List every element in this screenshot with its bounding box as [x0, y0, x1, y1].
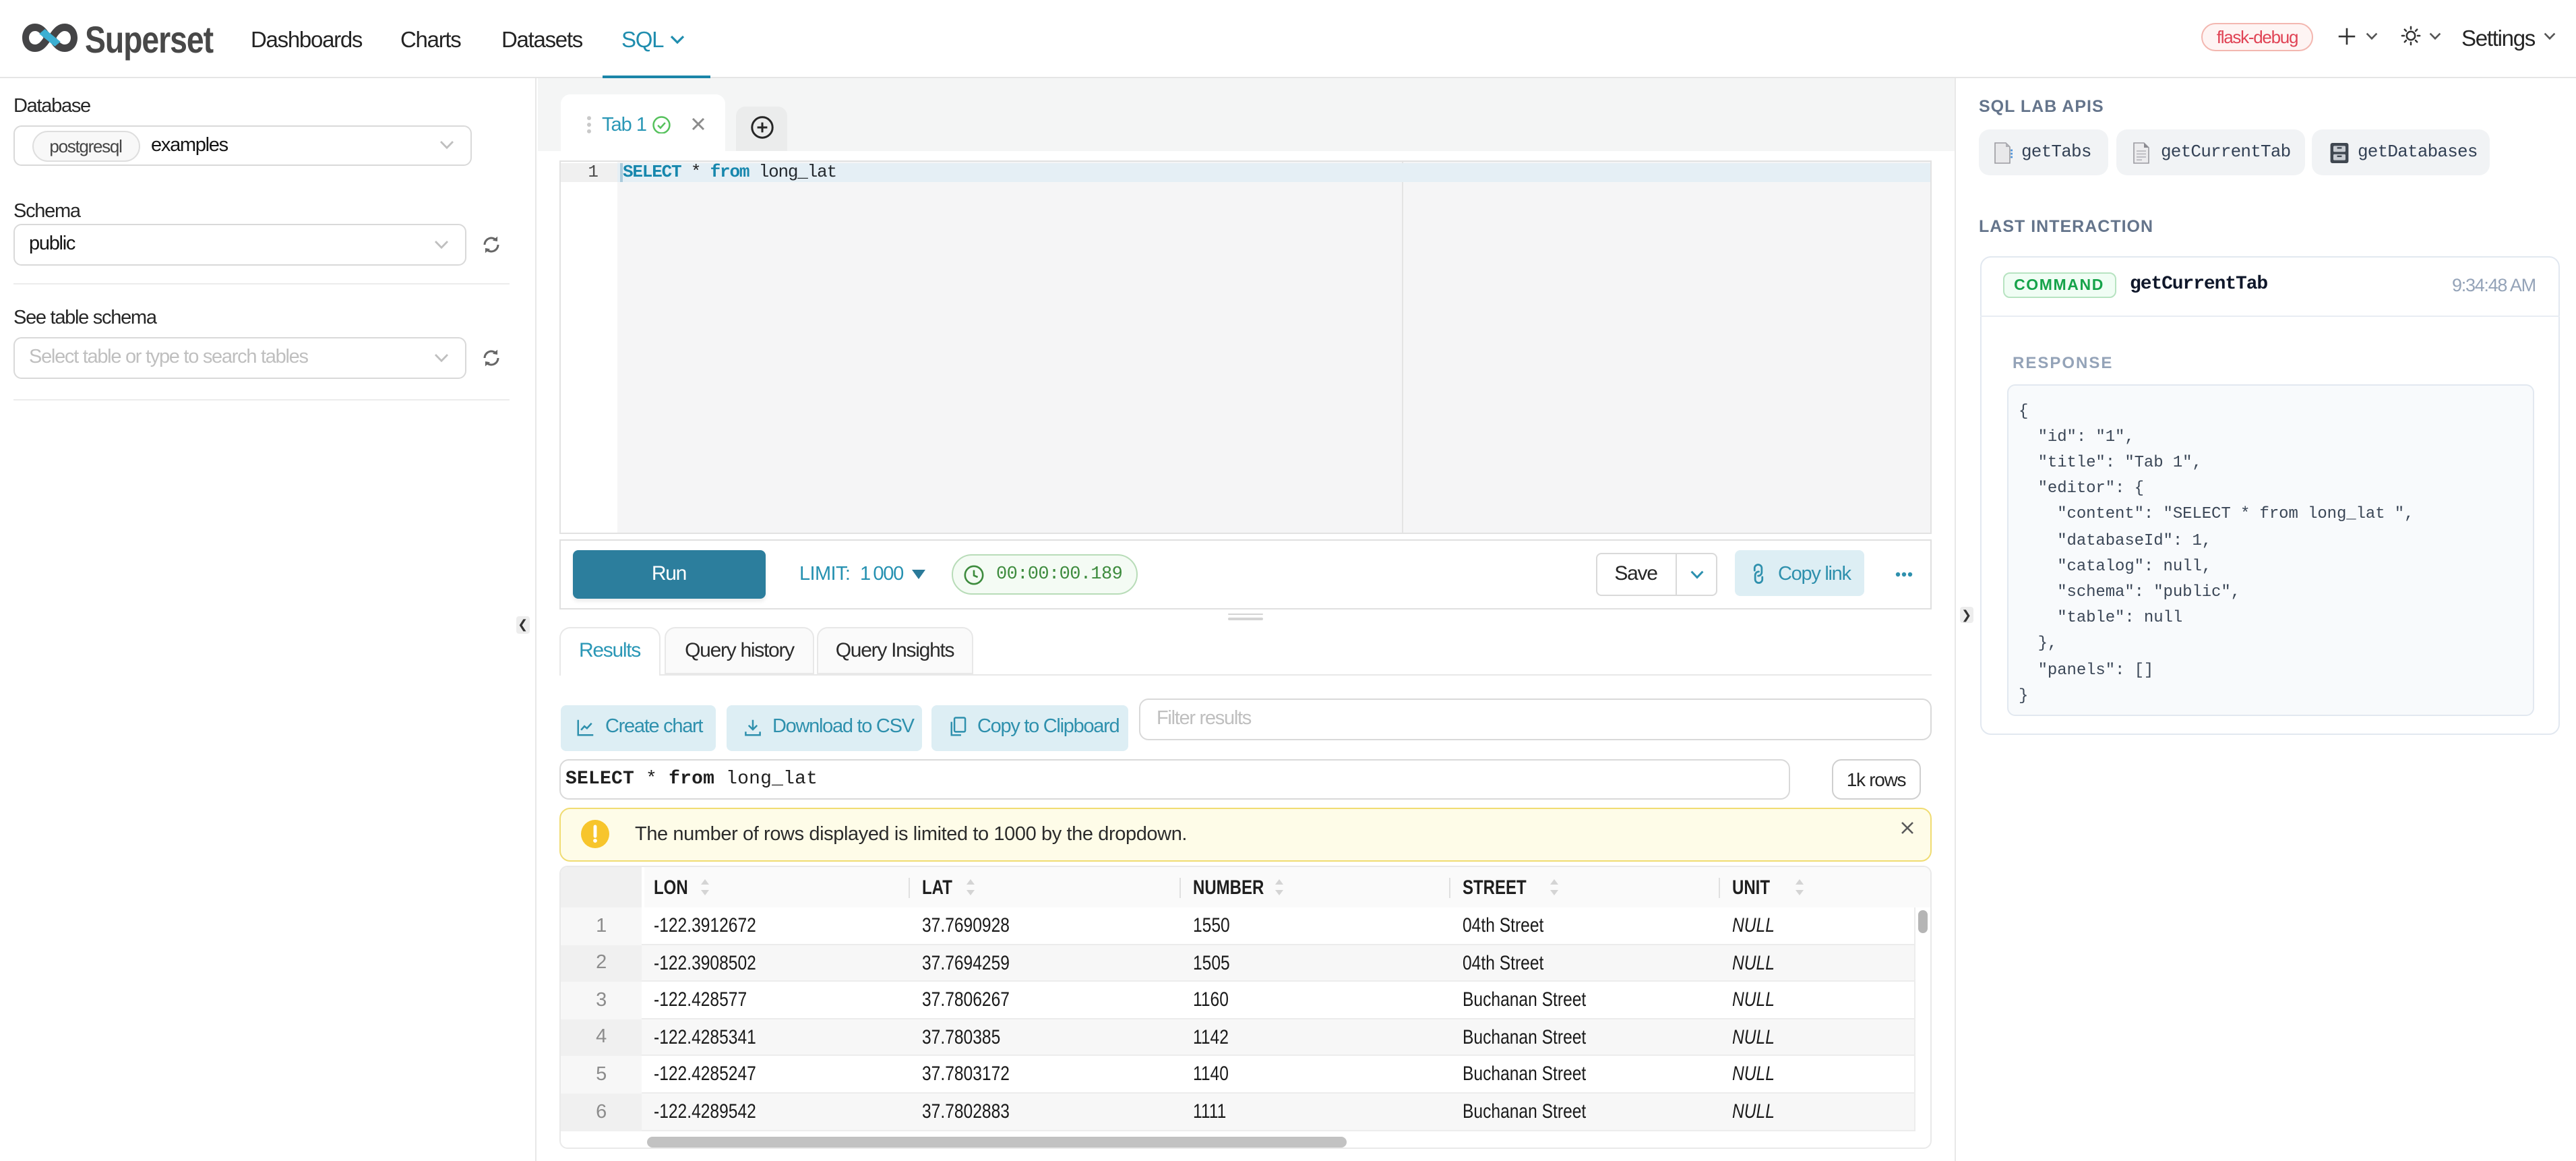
- svg-text:Superset: Superset: [85, 18, 214, 61]
